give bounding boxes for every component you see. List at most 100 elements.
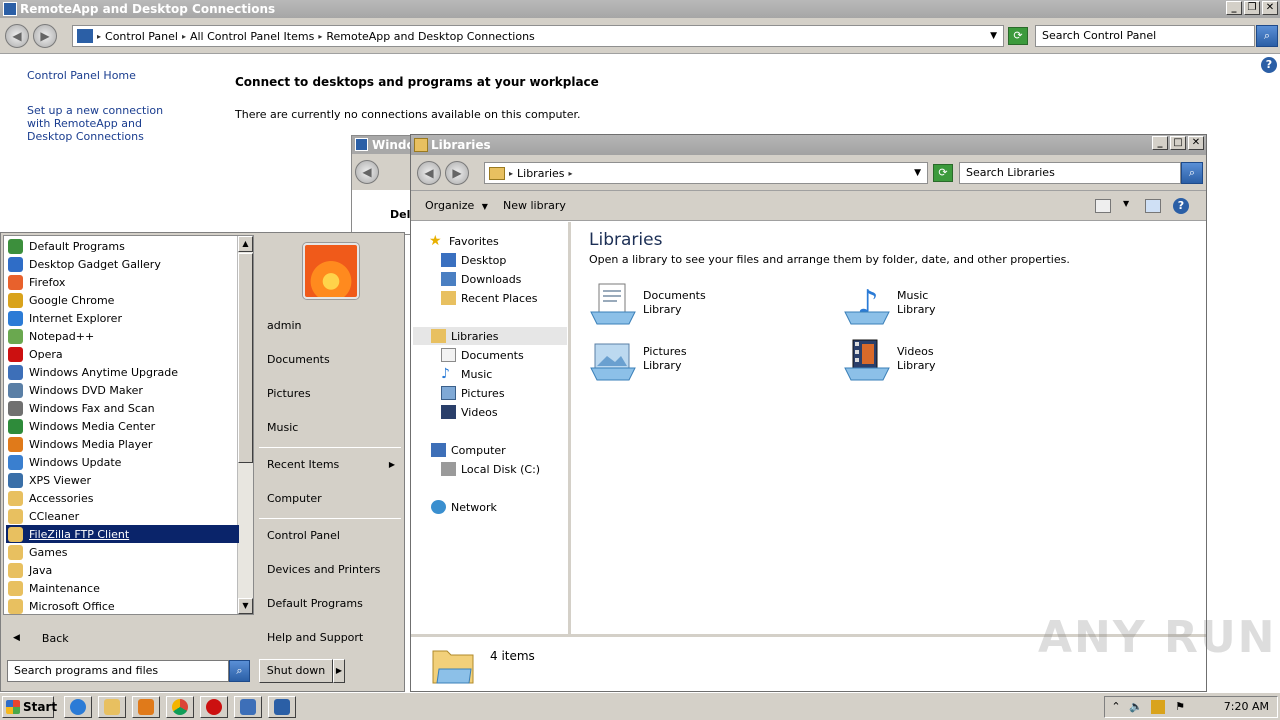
help-icon[interactable]: ? [1261, 57, 1277, 73]
programs-scrollbar[interactable]: ▲ ▼ [237, 236, 253, 614]
clock[interactable]: 7:20 AM [1224, 700, 1269, 713]
maximize-button[interactable]: ❐ [1244, 1, 1260, 15]
back-button[interactable]: ◀ [5, 24, 29, 48]
maximize-button[interactable]: □ [1170, 136, 1186, 150]
library-item-documents[interactable]: Documents Library [589, 282, 706, 326]
start-item-documents[interactable]: Documents [257, 349, 403, 371]
minimize-button[interactable]: _ [1226, 1, 1242, 15]
start-search-input[interactable]: Search programs and files [7, 660, 229, 682]
chevron-down-icon[interactable]: ▼ [990, 31, 997, 41]
preview-pane-icon[interactable] [1145, 199, 1161, 213]
refresh-button[interactable]: ⟳ [933, 164, 953, 182]
scroll-up-button[interactable]: ▲ [238, 236, 253, 252]
nav-favorites[interactable]: ★ Favorites [429, 232, 505, 250]
nav-videos[interactable]: Videos [441, 403, 504, 421]
program-item[interactable]: Default Programs [6, 237, 239, 255]
scroll-down-button[interactable]: ▼ [238, 598, 253, 614]
nav-recent-places[interactable]: Recent Places [441, 289, 544, 307]
start-item-control-panel[interactable]: Control Panel [257, 525, 403, 547]
back-button[interactable]: ◀ [355, 160, 379, 184]
start-item-devices-printers[interactable]: Devices and Printers [257, 559, 403, 581]
program-item[interactable]: FileZilla FTP Client [6, 525, 239, 543]
program-item[interactable]: Firefox [6, 273, 239, 291]
nav-downloads[interactable]: Downloads [441, 270, 527, 288]
cp-search-input[interactable]: Search Control Panel [1035, 25, 1255, 47]
program-item[interactable]: Windows Media Player [6, 435, 239, 453]
crumb-control-panel[interactable]: Control Panel [101, 30, 182, 43]
nav-computer[interactable]: Computer [431, 441, 512, 459]
setup-connection-link[interactable]: Set up a new connection with RemoteApp a… [27, 104, 187, 143]
program-item[interactable]: Java [6, 561, 239, 579]
search-icon[interactable]: ⌕ [1256, 25, 1278, 47]
back-button[interactable]: ◀ Back [3, 623, 254, 653]
program-item[interactable]: Games [6, 543, 239, 561]
chevron-down-icon[interactable]: ▼ [1123, 199, 1129, 208]
program-item[interactable]: Microsoft Office [6, 597, 239, 615]
user-avatar[interactable] [303, 243, 359, 299]
control-panel-home-link[interactable]: Control Panel Home [27, 69, 136, 82]
program-item[interactable]: Opera [6, 345, 239, 363]
shut-down-button[interactable]: Shut down [259, 659, 333, 683]
shut-down-options-icon[interactable]: ▶ [333, 659, 345, 683]
forward-button[interactable]: ▶ [33, 24, 57, 48]
taskbar-internet-explorer[interactable] [64, 696, 92, 718]
view-options-icon[interactable] [1095, 199, 1111, 213]
nav-documents[interactable]: Documents [441, 346, 530, 364]
show-hidden-icons-icon[interactable]: ⌃ [1109, 700, 1123, 714]
crumb-all-items[interactable]: All Control Panel Items [186, 30, 318, 43]
taskbar-remoteapp[interactable] [268, 696, 296, 718]
crumb-libraries[interactable]: Libraries [513, 167, 569, 180]
nav-pictures[interactable]: Pictures [441, 384, 511, 402]
help-icon[interactable]: ? [1173, 198, 1189, 214]
search-icon[interactable]: ⌕ [1181, 162, 1203, 184]
taskbar-explorer[interactable] [98, 696, 126, 718]
chevron-down-icon[interactable]: ▼ [914, 168, 921, 178]
libraries-search-input[interactable]: Search Libraries [959, 162, 1181, 184]
taskbar-media-player[interactable] [132, 696, 160, 718]
program-item[interactable]: CCleaner [6, 507, 239, 525]
program-item[interactable]: Desktop Gadget Gallery [6, 255, 239, 273]
search-icon[interactable]: ⌕ [229, 660, 250, 682]
refresh-button[interactable]: ⟳ [1008, 27, 1028, 45]
network-icon[interactable] [1151, 700, 1165, 714]
action-center-flag-icon[interactable]: ⚑ [1173, 700, 1187, 714]
nav-desktop[interactable]: Desktop [441, 251, 512, 269]
program-item[interactable]: Notepad++ [6, 327, 239, 345]
scroll-thumb[interactable] [238, 253, 253, 463]
new-library-button[interactable]: New library [503, 199, 566, 212]
start-item-computer[interactable]: Computer [257, 488, 403, 510]
nav-libraries[interactable]: Libraries [413, 327, 567, 345]
program-item[interactable]: XPS Viewer [6, 471, 239, 489]
forward-button[interactable]: ▶ [445, 161, 469, 185]
cp-breadcrumb[interactable]: ▸ Control Panel ▸ All Control Panel Item… [72, 25, 1004, 47]
library-item-videos[interactable]: Videos Library [843, 338, 935, 382]
program-item[interactable]: Google Chrome [6, 291, 239, 309]
program-item[interactable]: Windows Anytime Upgrade [6, 363, 239, 381]
back-button[interactable]: ◀ [417, 161, 441, 185]
program-item[interactable]: Maintenance [6, 579, 239, 597]
minimize-button[interactable]: _ [1152, 136, 1168, 150]
program-item[interactable]: Windows DVD Maker [6, 381, 239, 399]
library-item-pictures[interactable]: Pictures Library [589, 338, 687, 382]
start-item-pictures[interactable]: Pictures [257, 383, 403, 405]
library-item-music[interactable]: ♪ Music Library [843, 282, 935, 326]
start-item-music[interactable]: Music [257, 417, 403, 439]
start-button[interactable]: Start [2, 696, 57, 718]
taskbar-remote-desktop[interactable] [234, 696, 262, 718]
nav-music[interactable]: ♪ Music [441, 365, 498, 383]
program-item[interactable]: Windows Fax and Scan [6, 399, 239, 417]
taskbar-chrome[interactable] [166, 696, 194, 718]
close-button[interactable]: ✕ [1262, 1, 1278, 15]
program-item[interactable]: Windows Media Center [6, 417, 239, 435]
start-item-default-programs[interactable]: Default Programs [257, 593, 403, 615]
volume-icon[interactable]: 🔈 [1129, 700, 1143, 714]
close-button[interactable]: ✕ [1188, 136, 1204, 150]
start-item-help-support[interactable]: Help and Support [257, 627, 403, 649]
organize-button[interactable]: Organize ▼ [425, 199, 488, 212]
program-item[interactable]: Internet Explorer [6, 309, 239, 327]
libraries-breadcrumb[interactable]: ▸ Libraries ▸ ▼ [484, 162, 928, 184]
taskbar-opera[interactable] [200, 696, 228, 718]
crumb-remoteapp[interactable]: RemoteApp and Desktop Connections [322, 30, 538, 43]
nav-local-disk[interactable]: Local Disk (C:) [441, 460, 546, 478]
program-item[interactable]: Windows Update [6, 453, 239, 471]
